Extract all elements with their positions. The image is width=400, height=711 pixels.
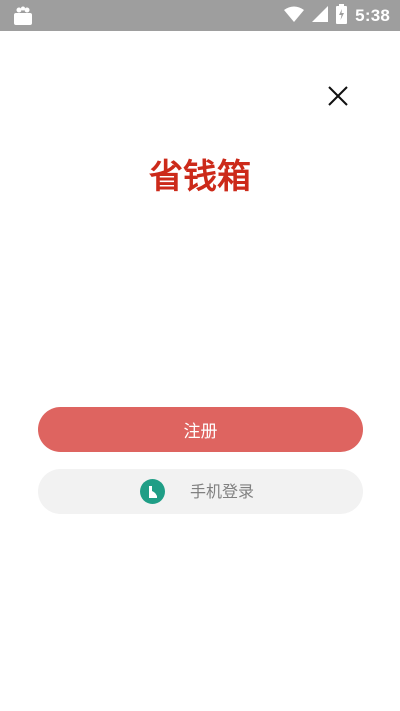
android-store-icon: [12, 6, 34, 26]
status-bar: 5:38: [0, 0, 400, 31]
phone-icon: [140, 479, 165, 504]
close-button[interactable]: [324, 84, 352, 112]
phone-login-label: 手机登录: [190, 482, 255, 501]
register-label: 注册: [183, 422, 218, 442]
register-button[interactable]: 注册: [38, 407, 363, 452]
signal-icon: [312, 5, 329, 26]
status-time: 5:38: [355, 5, 390, 25]
app-title: 省钱箱: [149, 157, 251, 197]
wifi-icon: [284, 6, 305, 26]
status-icons: 5:38: [284, 0, 390, 31]
close-icon: [327, 85, 349, 111]
phone-login-button[interactable]: 手机登录: [38, 469, 363, 514]
battery-icon: [336, 3, 348, 28]
